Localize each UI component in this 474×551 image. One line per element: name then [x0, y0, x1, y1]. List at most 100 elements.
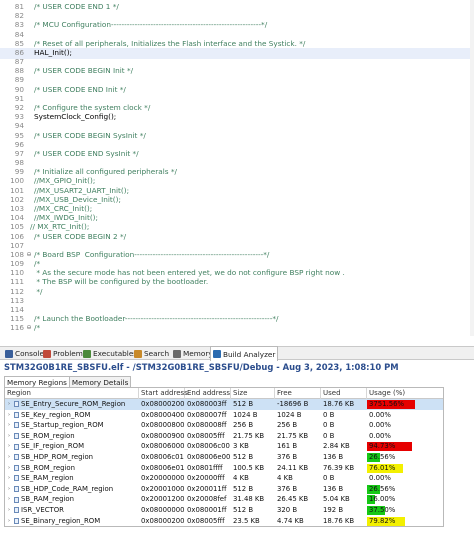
expand-icon[interactable]: › [6, 484, 12, 495]
size-cell: 256 B [233, 421, 254, 430]
table-row[interactable]: › SE_Startup_region_ROM 0x08000800 0x080008… [5, 420, 443, 431]
usage-percent: 26.56% [369, 452, 396, 461]
tab-executables[interactable]: Executables [81, 347, 139, 360]
size-cell: 512 B [233, 484, 254, 493]
table-row[interactable]: › SB_ROM_region 0x08006e01 0x0801ffff 100.5 … [5, 463, 443, 474]
region-name: SB_ROM_region [21, 463, 75, 472]
free-cell: 24.11 KB [277, 463, 309, 472]
tab-label: Memory [183, 349, 213, 358]
expand-icon[interactable]: › [6, 431, 12, 442]
expand-icon[interactable]: › [6, 420, 12, 431]
column-header-usage[interactable]: Usage (%) [367, 388, 443, 399]
region-name: SE_Binary_region_ROM [21, 516, 101, 525]
tab-console[interactable]: Console [3, 347, 46, 360]
region-cell: › SE_ROM_region [5, 431, 139, 442]
usage-percent: 0.00% [369, 474, 391, 483]
used-cell: 2.84 KB [323, 442, 350, 451]
expand-icon[interactable]: › [6, 494, 12, 505]
table-row[interactable]: › SE_ROM_region 0x08000900 0x08005fff 21.75 … [5, 431, 443, 442]
editor-scrollbar[interactable] [470, 0, 474, 336]
column-header-used[interactable]: Used [321, 388, 367, 399]
tab-memory[interactable]: Memory [171, 347, 215, 360]
memory-region-icon [14, 517, 19, 524]
usage-percent: 3751.56% [369, 400, 405, 408]
region-name: SE_IF_region_ROM [21, 442, 85, 451]
start-address-cell: 0x08000200 [141, 400, 185, 408]
end-address-cell: 0x200011ff [187, 484, 227, 493]
size-cell: 31.48 KB [233, 495, 265, 504]
start-address-cell: 0x08000900 [141, 431, 185, 440]
start-address-cell: 0x08006000 [141, 442, 185, 451]
table-row[interactable]: › SB_RAM_region 0x20001200 0x20008fef 31.48 … [5, 494, 443, 505]
usage-cell: 26.56% [367, 452, 443, 462]
table-row[interactable]: › SE_Binary_region_ROM 0x08000200 0x08005ff… [5, 516, 443, 527]
column-header-start-address[interactable]: Start address [139, 388, 188, 399]
column-header-region[interactable]: Region [5, 388, 139, 399]
expand-icon[interactable]: › [6, 399, 12, 410]
region-cell: › SE_Startup_region_ROM [5, 420, 139, 431]
table-row[interactable]: › SE_Entry_Secure_ROM_Region 0x08000200 0x0… [5, 399, 443, 410]
tab-search[interactable]: Search [132, 347, 171, 360]
expand-icon[interactable]: › [6, 452, 12, 463]
table-row[interactable]: › ISR_VECTOR 0x08000000 0x080001ff 512 B 320 … [5, 505, 443, 516]
column-header-free[interactable]: Free [275, 388, 321, 399]
start-address-cell: 0x20001000 [141, 484, 185, 493]
free-cell: 21.75 KB [277, 431, 309, 440]
usage-percent: 0.00% [369, 421, 391, 430]
tab-build-analyzer[interactable]: Build Analyzer [210, 346, 279, 361]
memory-region-icon [14, 401, 19, 408]
expand-icon[interactable]: › [6, 463, 12, 474]
size-cell: 21.75 KB [233, 431, 265, 440]
usage-cell: 0.00% [367, 432, 443, 441]
region-cell: › SE_Entry_Secure_ROM_Region [5, 399, 139, 410]
expand-icon[interactable]: › [6, 441, 12, 452]
usage-cell: 0.00% [367, 411, 443, 420]
size-cell: 100.5 KB [233, 463, 265, 472]
column-header-size[interactable]: Size [231, 388, 275, 399]
search-icon [134, 349, 142, 358]
line-number: 116 [10, 323, 24, 333]
usage-cell: 26.56% [367, 484, 443, 494]
expand-icon[interactable]: › [6, 410, 12, 421]
usage-percent: 94.73% [369, 442, 396, 451]
end-address-cell: 0x08005fff [187, 431, 225, 440]
end-address-cell: 0x08005fff [187, 516, 225, 525]
table-row[interactable]: › SE_RAM_region 0x20000000 0x20000fff 4 KB 4 … [5, 473, 443, 484]
used-cell: 192 B [323, 505, 344, 514]
start-address-cell: 0x08006e01 [141, 463, 185, 472]
region-cell: › SE_Binary_region_ROM [5, 516, 139, 527]
used-cell: 76.39 KB [323, 463, 355, 472]
region-name: SB_HDP_Code_RAM_region [21, 484, 114, 493]
table-body: › SE_Entry_Secure_ROM_Region 0x08000200 0x0… [5, 399, 443, 526]
region-cell: › SB_HDP_Code_RAM_region [5, 484, 139, 495]
view-tab-bar: Console Problems Executables Search Memory Bu… [0, 346, 474, 361]
used-cell: 0 B [323, 421, 335, 430]
usage-percent: 16.00% [369, 495, 396, 504]
column-header-end-address[interactable]: End address [185, 388, 231, 399]
end-address-cell: 0x080007ff [187, 410, 227, 419]
usage-cell: 79.82% [367, 516, 443, 526]
memory-regions-table: Region Start address End address Size Fr… [4, 387, 444, 528]
tab-label: Search [144, 349, 170, 358]
table-row[interactable]: › SE_Key_region_ROM 0x08000400 0x080007ff 10… [5, 410, 443, 421]
usage-percent: 79.82% [369, 516, 396, 525]
free-cell: 4 KB [277, 474, 293, 483]
size-cell: 3 KB [233, 442, 249, 451]
code-text: /* [34, 323, 41, 333]
code-editor[interactable]: 81/* USER CODE END 1 */82 83/* MCU Config… [0, 0, 474, 336]
table-row[interactable]: › SB_HDP_ROM_region 0x08006c01 0x08006e00 51… [5, 452, 443, 463]
expand-icon[interactable]: › [6, 473, 12, 484]
region-cell: › SB_RAM_region [5, 494, 139, 505]
code-line[interactable]: 116 ⊖/* [0, 323, 474, 334]
table-row[interactable]: › SE_IF_region_ROM 0x08006000 0x08006c00 3 K… [5, 441, 443, 452]
region-cell: › SB_HDP_ROM_region [5, 452, 139, 463]
problems-icon [43, 349, 51, 358]
expand-icon[interactable]: › [6, 516, 12, 527]
fold-icon[interactable]: ⊖ [25, 323, 33, 334]
memory-region-icon [14, 454, 19, 461]
used-cell: 18.76 KB [323, 516, 355, 525]
usage-cell: 94.73% [367, 442, 443, 452]
table-row[interactable]: › SB_HDP_Code_RAM_region 0x20001000 0x20001… [5, 484, 443, 495]
expand-icon[interactable]: › [6, 505, 12, 516]
memory-region-icon [14, 475, 19, 482]
